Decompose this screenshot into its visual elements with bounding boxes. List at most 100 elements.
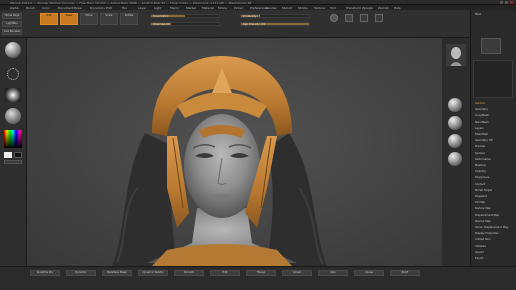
dots-stroke-icon[interactable] — [7, 68, 19, 80]
menu-item-stroke[interactable]: Stroke — [298, 6, 308, 10]
rgb-intensity-slider[interactable]: Rgb Intensity 100 — [240, 22, 310, 26]
menu-item-color[interactable]: Color — [42, 6, 50, 10]
menu-item-light[interactable]: Light — [154, 6, 162, 10]
menu-item-help[interactable]: Help — [394, 6, 401, 10]
menu-item-texture[interactable]: Texture — [314, 6, 325, 10]
tool-menu-vector-displacement-map[interactable]: Vector Displacement Map — [475, 226, 508, 229]
menu-item-material[interactable]: Material — [202, 6, 214, 10]
live-boolean-button[interactable]: Live Boolean — [2, 29, 22, 35]
material-icon[interactable] — [330, 14, 338, 22]
material-sphere-icon[interactable] — [5, 108, 21, 124]
tool-menu-normal-map[interactable]: Normal Map — [475, 220, 491, 223]
draw-size-slider[interactable]: Draw Size 64 — [150, 22, 220, 26]
minimize-button[interactable] — [500, 1, 503, 4]
menu-item-zplugin[interactable]: Zplugin — [362, 6, 373, 10]
bottom-edit-button[interactable]: Edit — [210, 270, 240, 276]
menu-item-picker[interactable]: Picker — [234, 6, 243, 10]
tool-menu-surface[interactable]: Surface — [475, 152, 485, 155]
home-page-button[interactable]: Home Page — [2, 13, 22, 19]
bottom-sculptris-pro-button[interactable]: Sculptris Pro — [30, 270, 60, 276]
tool-menu-geometry-hd[interactable]: Geometry HD — [475, 139, 493, 142]
tool-menu-visibility[interactable]: Visibility — [475, 170, 486, 173]
tool-menu-morph-target[interactable]: Morph Target — [475, 189, 492, 192]
secondary-color-swatch[interactable] — [14, 152, 22, 158]
tool-thumbnail[interactable] — [481, 38, 501, 54]
tool-menu-displacement-map[interactable]: Displacement Map — [475, 214, 499, 217]
head-thumbnail-image — [450, 47, 462, 66]
close-button[interactable] — [510, 1, 513, 4]
tool-menu-subtool[interactable]: Subtool — [475, 102, 485, 105]
tool-menu-layers[interactable]: Layers — [475, 127, 484, 130]
brush-icon[interactable] — [345, 14, 353, 22]
menu-item-draw[interactable]: Draw — [74, 6, 82, 10]
menu-item-stencil[interactable]: Stencil — [282, 6, 292, 10]
tool-menu-masking[interactable]: Masking — [475, 164, 486, 167]
scroll-icon[interactable] — [448, 116, 462, 130]
main-color-swatch[interactable] — [4, 152, 12, 158]
alpha-icon[interactable] — [375, 14, 383, 22]
bottom-dynamic-button[interactable]: Dynamic — [66, 270, 96, 276]
switch-color-button[interactable] — [4, 160, 22, 164]
menu-item-movie[interactable]: Movie — [218, 6, 227, 10]
bottom-dynamic-subdiv-button[interactable]: Dynamic Subdiv — [138, 270, 168, 276]
menu-item-dynamics[interactable]: Dynamics — [90, 6, 105, 10]
menu-item-marker[interactable]: Marker — [186, 6, 196, 10]
focal-shift-slider[interactable]: Focal Shift 0 — [150, 14, 220, 18]
slider-label: Z Intensity 25 — [243, 14, 261, 18]
tool-menu-initialize[interactable]: Initialize — [475, 245, 486, 248]
bottom-solo-button[interactable]: Solo — [318, 270, 348, 276]
maximize-button[interactable] — [505, 1, 508, 4]
tool-menu-geometry[interactable]: Geometry — [475, 108, 488, 111]
bottom-polyf-button[interactable]: PolyF — [390, 270, 420, 276]
lightbox-button[interactable]: LightBox — [2, 21, 22, 27]
tool-menu-unified-skin[interactable]: Unified Skin — [475, 238, 490, 241]
menu-item-macro[interactable]: Macro — [170, 6, 179, 10]
bottom-transp-button[interactable]: Transp — [246, 270, 276, 276]
scale-button[interactable]: Scale — [100, 13, 118, 25]
zoom-icon[interactable] — [448, 134, 462, 148]
tool-menu-texture-map[interactable]: Texture Map — [475, 207, 491, 210]
bottom-ghost-button[interactable]: Ghost — [282, 270, 312, 276]
tool-menu-arraymesh[interactable]: ArrayMesh — [475, 114, 489, 117]
standard-brush-icon[interactable] — [5, 42, 21, 58]
tool-menu-display-properties[interactable]: Display Properties — [475, 232, 499, 235]
sculpt-viewport[interactable] — [27, 38, 442, 266]
tool-menu-fibermesh[interactable]: FiberMesh — [475, 133, 488, 136]
sculpt-model — [112, 56, 327, 266]
tool-menu-preview[interactable]: Preview — [475, 145, 485, 148]
menu-item-layer[interactable]: Layer — [138, 6, 146, 10]
menu-item-edit[interactable]: Edit — [106, 6, 112, 10]
menu-item-zscript[interactable]: Zscript — [378, 6, 388, 10]
menu-item-document[interactable]: Document — [58, 6, 74, 10]
menu-item-alpha[interactable]: Alpha — [10, 6, 19, 10]
bottom-xpose-button[interactable]: Xpose — [354, 270, 384, 276]
actual-icon[interactable] — [448, 152, 462, 166]
menu-item-tool[interactable]: Tool — [330, 6, 336, 10]
bottom-smooth-button[interactable]: Smooth — [174, 270, 204, 276]
move-button[interactable]: Move — [80, 13, 98, 25]
rotate-button[interactable]: Rotate — [120, 13, 138, 25]
tool-menu-export[interactable]: Export — [475, 257, 484, 260]
color-picker-icon[interactable] — [4, 130, 22, 148]
alpha-preview-icon[interactable] — [5, 88, 21, 102]
tool-menu-nanomesh[interactable]: NanoMesh — [475, 121, 489, 124]
menu-item-transform[interactable]: Transform — [346, 6, 361, 10]
bottom-backface-mask-button[interactable]: Backface Mask — [102, 270, 132, 276]
menu-item-render[interactable]: Render — [266, 6, 277, 10]
tool-menu-polygroups[interactable]: Polygroups — [475, 176, 489, 179]
menu-item-file[interactable]: File — [122, 6, 127, 10]
edit-button[interactable]: Edit — [40, 13, 58, 25]
menu-item-preferences[interactable]: Preferences — [250, 6, 268, 10]
draw-button[interactable]: Draw — [60, 13, 78, 25]
tool-menu-deformation[interactable]: Deformation — [475, 158, 491, 161]
tool-menu-import[interactable]: Import — [475, 251, 484, 254]
bpr-sphere-icon[interactable] — [448, 98, 462, 112]
subtool-list[interactable] — [473, 60, 513, 98]
menu-item-brush[interactable]: Brush — [26, 6, 35, 10]
z-intensity-slider[interactable]: Z Intensity 25 — [240, 14, 310, 18]
tool-menu-contact[interactable]: Contact — [475, 183, 485, 186]
head-thumbnail-icon[interactable] — [446, 44, 466, 66]
stroke-icon[interactable] — [360, 14, 368, 22]
tool-menu-polypaint[interactable]: Polypaint — [475, 195, 487, 198]
tool-menu-uv-map[interactable]: UV Map — [475, 201, 485, 204]
